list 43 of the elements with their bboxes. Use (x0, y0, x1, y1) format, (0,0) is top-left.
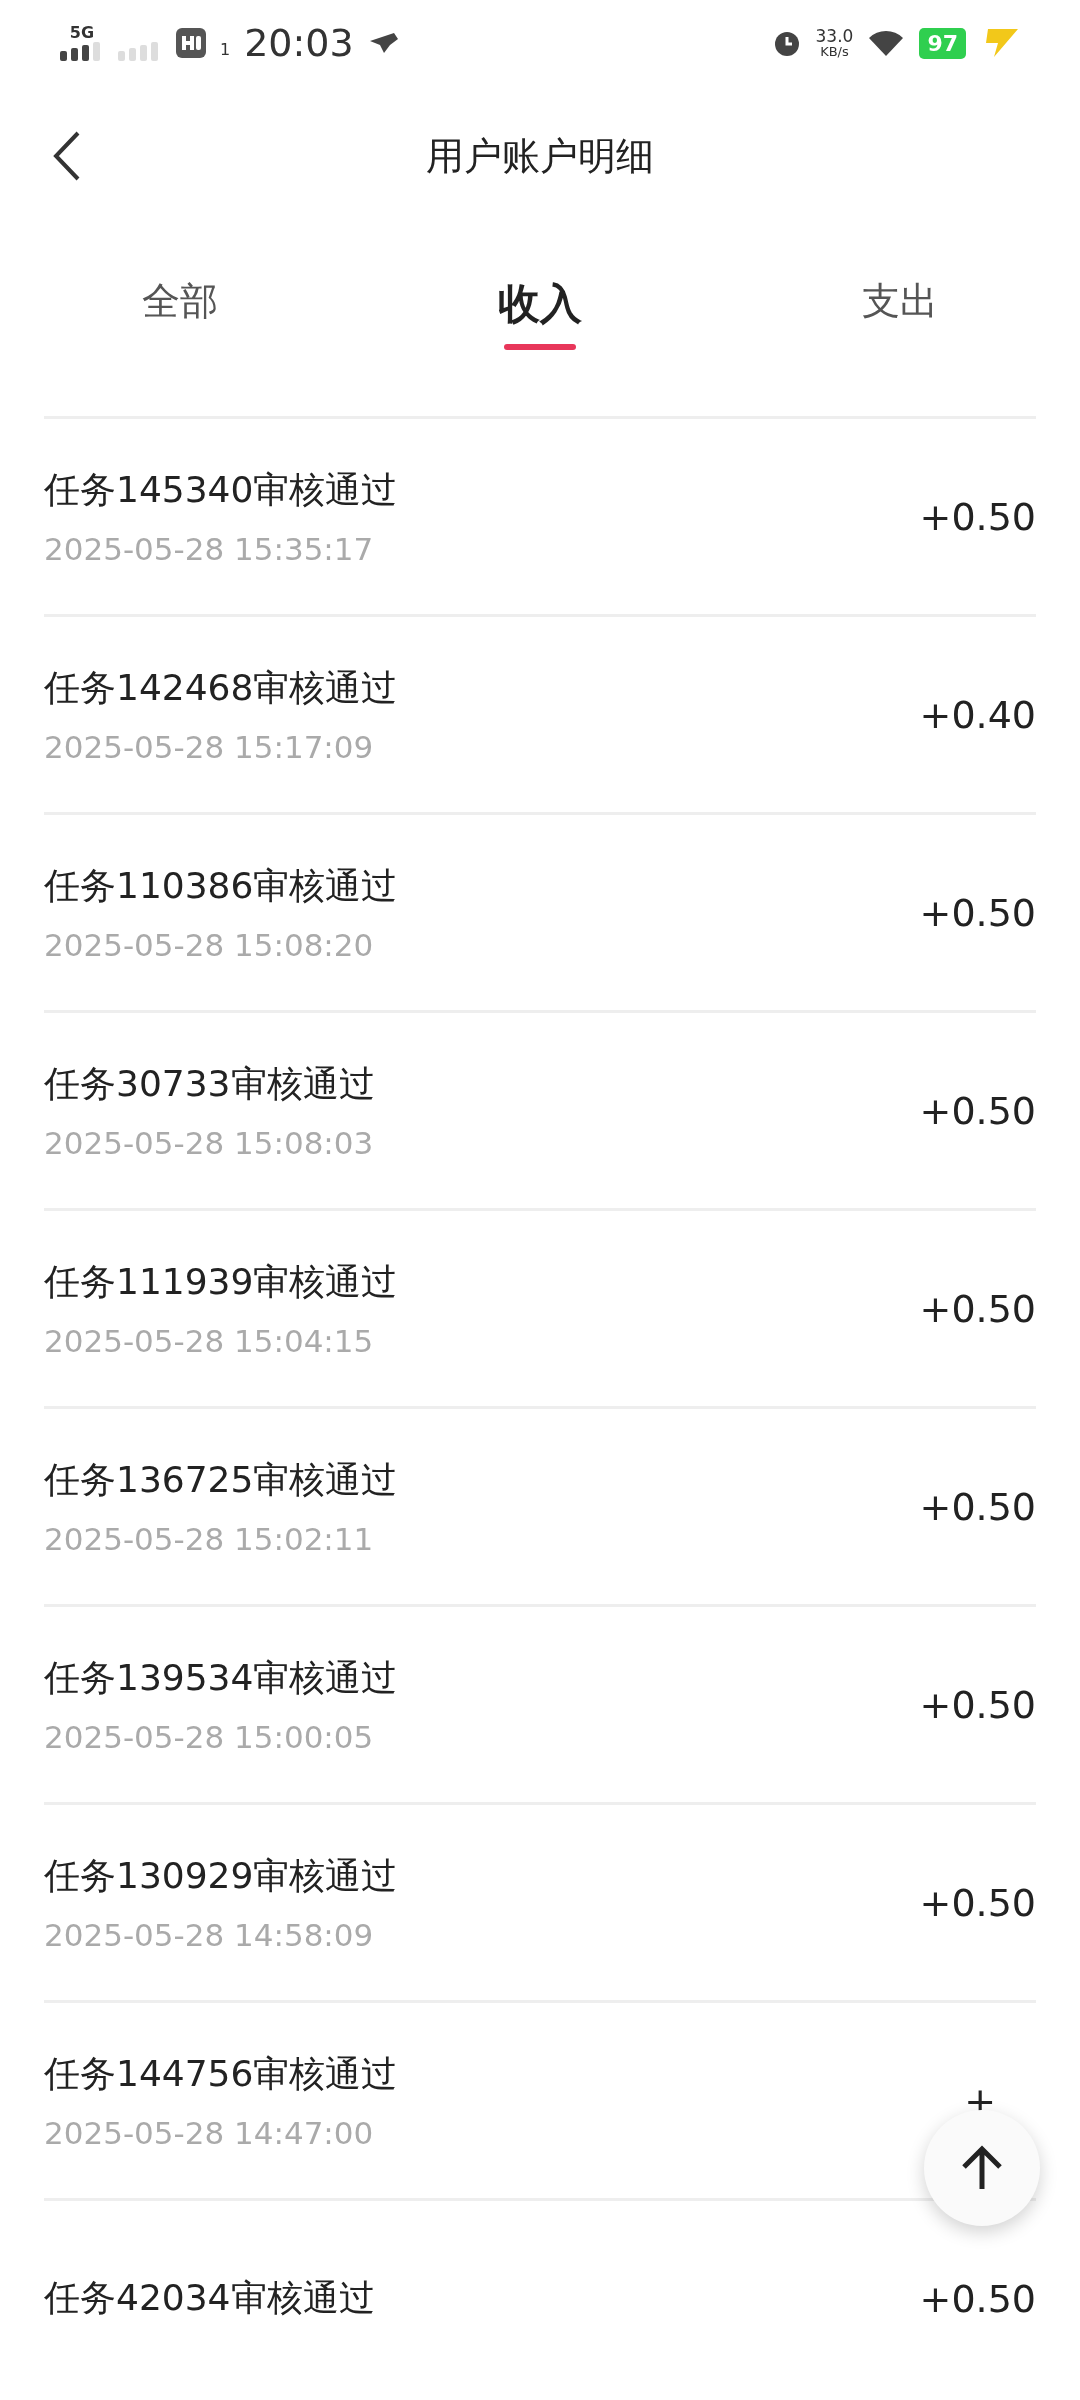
record-time: 2025-05-28 14:47:00 (44, 2115, 375, 2151)
record-title: 任务130929审核通过 (44, 1854, 398, 1898)
clock: 20:03 (244, 24, 354, 62)
battery-level: 97 (919, 27, 966, 59)
record-time: 2025-05-28 15:17:09 (44, 729, 375, 765)
record-amount: +0.50 (919, 494, 1036, 539)
sim-number: 1 (220, 42, 231, 58)
record-title: 任务111939审核通过 (44, 1260, 398, 1304)
record-time: 2025-05-28 14:58:09 (44, 1917, 375, 1953)
network-speed: 33.0 (815, 28, 854, 45)
back-icon[interactable] (52, 130, 82, 182)
record-amount: +0.50 (919, 2276, 1036, 2321)
tab[interactable]: 收入 (360, 276, 720, 350)
record-title: 任务145340审核通过 (44, 468, 398, 512)
record-amount: +0.50 (919, 1088, 1036, 1133)
tab-indicator (504, 344, 576, 350)
record-title: 任务136725审核通过 (44, 1458, 398, 1502)
record-amount: +0.50 (919, 1286, 1036, 1331)
record-time: 2025-05-28 15:02:11 (44, 1521, 375, 1557)
record-time: 2025-05-28 15:08:20 (44, 927, 375, 963)
record-title: 任务42034审核通过 (44, 2276, 375, 2320)
network-type: 5G (69, 25, 95, 41)
page-title: 用户账户明细 (426, 132, 654, 180)
arrow-up-icon (960, 2145, 1004, 2191)
record-amount: +0.50 (919, 1682, 1036, 1727)
record-title: 任务110386审核通过 (44, 864, 398, 908)
record-title: 任务144756审核通过 (44, 2052, 398, 2096)
record-title: 任务30733审核通过 (44, 1062, 375, 1106)
speed-unit: KB/s (820, 45, 849, 58)
record-amount: +0.50 (919, 890, 1036, 935)
record-amount: +0.50 (919, 1880, 1036, 1925)
record-title: 任务139534审核通过 (44, 1656, 398, 1700)
hd-icon (176, 28, 206, 58)
record-time: 2025-05-28 15:08:03 (44, 1125, 375, 1161)
wifi-icon (867, 28, 906, 58)
record-amount: +0.40 (919, 692, 1036, 737)
record-amount: +0.50 (919, 1484, 1036, 1529)
tab[interactable]: 全部 (0, 276, 360, 327)
tab[interactable]: 支出 (720, 276, 1080, 327)
record-time: 2025-05-28 15:04:15 (44, 1323, 375, 1359)
record-time: 2025-05-28 15:35:17 (44, 531, 375, 567)
record-time: 2025-05-28 15:00:05 (44, 1719, 375, 1755)
record-title: 任务142468审核通过 (44, 666, 398, 710)
